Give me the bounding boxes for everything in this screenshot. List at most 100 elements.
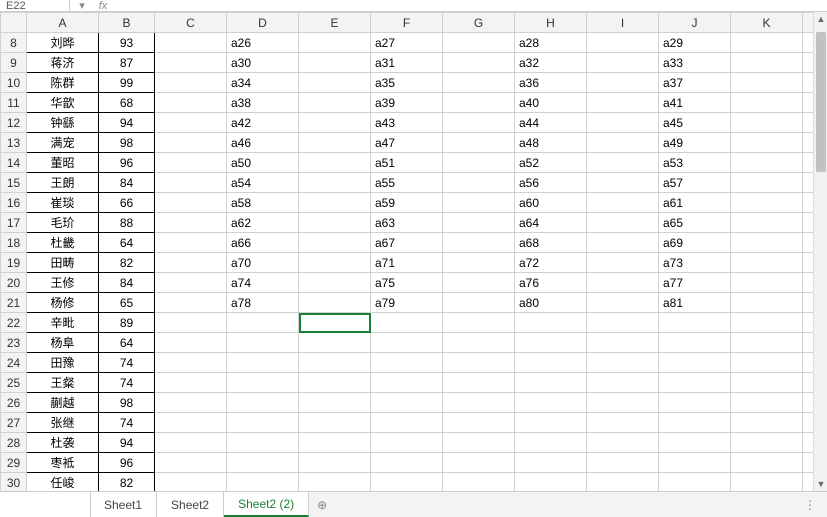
cell[interactable]: a56 [515, 173, 587, 193]
cell[interactable] [515, 453, 587, 473]
cell[interactable] [443, 473, 515, 492]
cell[interactable]: a53 [659, 153, 731, 173]
cell[interactable] [731, 73, 803, 93]
cell[interactable]: 82 [99, 473, 155, 492]
cell[interactable]: a36 [515, 73, 587, 93]
cell[interactable] [731, 333, 803, 353]
scroll-down-icon[interactable]: ▼ [814, 477, 827, 491]
cell[interactable] [299, 433, 371, 453]
cell[interactable]: a48 [515, 133, 587, 153]
cell[interactable]: 枣袛 [27, 453, 99, 473]
cell[interactable]: 93 [99, 33, 155, 53]
cell[interactable] [659, 353, 731, 373]
cell[interactable] [299, 333, 371, 353]
cell[interactable]: 65 [99, 293, 155, 313]
cell[interactable]: a72 [515, 253, 587, 273]
cell[interactable] [299, 193, 371, 213]
cell[interactable]: 89 [99, 313, 155, 333]
cell[interactable]: 96 [99, 153, 155, 173]
cell[interactable] [371, 473, 443, 492]
cell[interactable] [227, 433, 299, 453]
cell[interactable]: 崔琰 [27, 193, 99, 213]
cell[interactable] [587, 213, 659, 233]
cell[interactable]: a57 [659, 173, 731, 193]
cell[interactable]: 88 [99, 213, 155, 233]
cell[interactable] [155, 453, 227, 473]
cell[interactable] [731, 373, 803, 393]
cell[interactable]: a54 [227, 173, 299, 193]
cell[interactable]: a59 [371, 193, 443, 213]
cell[interactable] [731, 233, 803, 253]
cell[interactable] [299, 173, 371, 193]
cell[interactable] [443, 73, 515, 93]
cell[interactable]: 99 [99, 73, 155, 93]
cell[interactable] [227, 453, 299, 473]
row-header[interactable]: 11 [1, 93, 27, 113]
cell[interactable] [299, 353, 371, 373]
cell[interactable] [515, 333, 587, 353]
row-header[interactable]: 14 [1, 153, 27, 173]
cell[interactable] [227, 313, 299, 333]
cell[interactable]: a32 [515, 53, 587, 73]
col-header-B[interactable]: B [99, 13, 155, 33]
cell[interactable] [587, 473, 659, 492]
col-header-G[interactable]: G [443, 13, 515, 33]
name-box-dropdown[interactable]: ▾ [70, 0, 94, 12]
cell[interactable] [731, 413, 803, 433]
col-header-K[interactable]: K [731, 13, 803, 33]
cell[interactable] [155, 73, 227, 93]
cell[interactable] [587, 173, 659, 193]
cell[interactable]: 田豫 [27, 353, 99, 373]
cell[interactable]: 杜畿 [27, 233, 99, 253]
cell[interactable] [587, 253, 659, 273]
cell[interactable]: 74 [99, 353, 155, 373]
cell[interactable] [155, 213, 227, 233]
fx-icon[interactable]: fx [94, 0, 112, 12]
col-header-E[interactable]: E [299, 13, 371, 33]
cell[interactable]: a28 [515, 33, 587, 53]
cell[interactable] [443, 333, 515, 353]
cell[interactable]: 66 [99, 193, 155, 213]
scroll-up-icon[interactable]: ▲ [814, 12, 827, 26]
cell[interactable] [515, 413, 587, 433]
cell[interactable] [587, 353, 659, 373]
cell[interactable]: a65 [659, 213, 731, 233]
row-header[interactable]: 28 [1, 433, 27, 453]
cell[interactable] [155, 393, 227, 413]
cell[interactable]: a62 [227, 213, 299, 233]
cell[interactable] [299, 453, 371, 473]
cell[interactable]: a74 [227, 273, 299, 293]
cell[interactable] [371, 333, 443, 353]
cell[interactable]: a60 [515, 193, 587, 213]
cell[interactable]: a42 [227, 113, 299, 133]
cell[interactable] [443, 113, 515, 133]
cell[interactable] [659, 433, 731, 453]
cell[interactable]: 杨修 [27, 293, 99, 313]
cell[interactable] [731, 53, 803, 73]
cell[interactable] [227, 473, 299, 492]
cell[interactable] [587, 113, 659, 133]
cell[interactable]: 张继 [27, 413, 99, 433]
spreadsheet-grid[interactable]: A B C D E F G H I J K 8刘晔93a26a27a28a299… [0, 12, 827, 491]
cell[interactable]: 王朗 [27, 173, 99, 193]
cell[interactable] [731, 153, 803, 173]
cell[interactable] [731, 313, 803, 333]
cell[interactable] [587, 313, 659, 333]
cell[interactable]: 董昭 [27, 153, 99, 173]
cell[interactable]: 蒯越 [27, 393, 99, 413]
cell[interactable] [155, 153, 227, 173]
cell[interactable] [659, 393, 731, 413]
cell[interactable] [731, 113, 803, 133]
cell[interactable]: a49 [659, 133, 731, 153]
cell[interactable] [155, 293, 227, 313]
cell[interactable] [515, 353, 587, 373]
cell[interactable] [587, 373, 659, 393]
cell[interactable]: a40 [515, 93, 587, 113]
cell[interactable]: 华歆 [27, 93, 99, 113]
cell[interactable] [659, 373, 731, 393]
cell[interactable] [731, 33, 803, 53]
cell[interactable] [371, 433, 443, 453]
cell[interactable] [587, 413, 659, 433]
cell[interactable]: a47 [371, 133, 443, 153]
cell[interactable]: 98 [99, 133, 155, 153]
